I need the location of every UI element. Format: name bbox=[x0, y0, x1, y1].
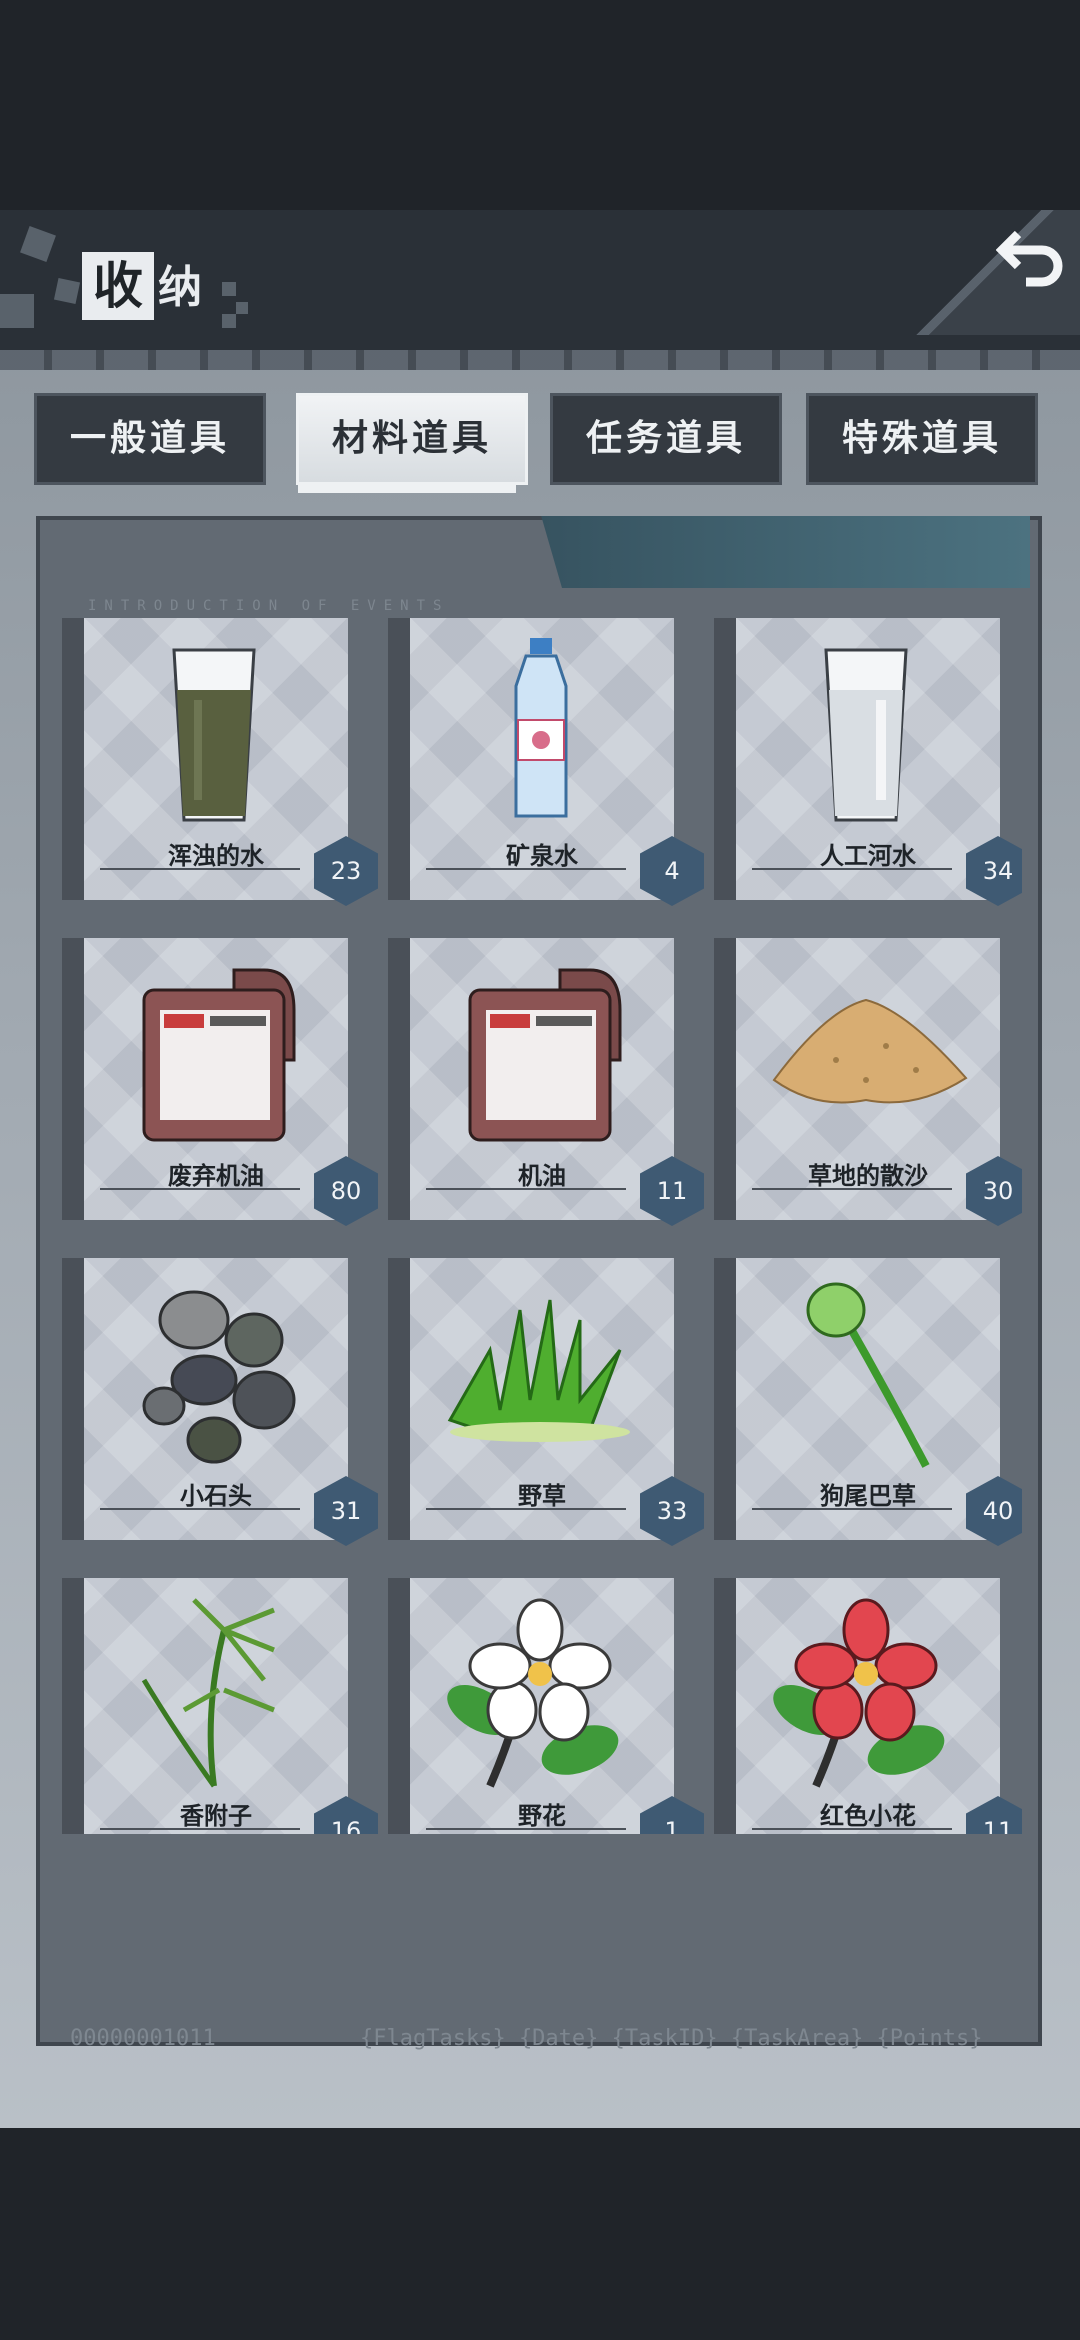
item-card[interactable]: 人工河水 34 bbox=[714, 618, 1022, 906]
footer-code: 00000001011 bbox=[70, 2026, 216, 2051]
water-bottle-icon bbox=[514, 638, 568, 818]
item-card[interactable]: 浑浊的水 23 bbox=[62, 618, 378, 906]
tab-special-items[interactable]: 特殊道具 bbox=[806, 393, 1038, 485]
item-name: 野草 bbox=[518, 1482, 566, 1510]
footer-placeholders: {FlagTasks} {Date} {TaskID} {TaskArea} {… bbox=[360, 2026, 983, 2051]
deco-square bbox=[0, 294, 34, 328]
item-card[interactable]: 废弃机油 80 bbox=[62, 938, 378, 1226]
murky-water-glass-icon bbox=[172, 648, 256, 822]
item-name: 小石头 bbox=[180, 1482, 252, 1510]
white-flower-icon bbox=[447, 1598, 619, 1788]
item-name: 香附子 bbox=[180, 1802, 252, 1830]
panel-caption: INTRODUCTION OF EVENTS bbox=[88, 598, 450, 614]
tab-general-items[interactable]: 一般道具 bbox=[34, 393, 266, 485]
sedge-plant-icon bbox=[141, 1598, 275, 1788]
sand-pile-icon bbox=[772, 998, 968, 1104]
deco-square bbox=[53, 277, 81, 305]
page-title-boxed: 收 bbox=[82, 252, 154, 320]
item-name: 人工河水 bbox=[820, 842, 916, 870]
item-name: 草地的散沙 bbox=[808, 1162, 928, 1190]
back-button[interactable] bbox=[995, 224, 1070, 290]
grass-tuft-icon bbox=[447, 1299, 630, 1442]
deco-square bbox=[222, 314, 236, 328]
letterbox-top bbox=[0, 0, 1080, 210]
item-name: 机油 bbox=[518, 1162, 566, 1190]
active-tab-underline bbox=[298, 485, 516, 493]
item-name: 浑浊的水 bbox=[168, 842, 264, 870]
oil-canister-icon bbox=[142, 968, 296, 1142]
foxtail-grass-icon bbox=[806, 1282, 930, 1468]
item-name: 废弃机油 bbox=[168, 1162, 264, 1190]
item-card[interactable]: 野草 33 bbox=[388, 1258, 704, 1546]
item-card[interactable]: 狗尾巴草 40 bbox=[714, 1258, 1022, 1546]
item-card[interactable]: 小石头 31 bbox=[62, 1258, 378, 1546]
panel-footer-text: 00000001011 {FlagTasks} {Date} {TaskID} … bbox=[70, 2026, 1000, 2051]
item-card[interactable]: 草地的散沙 30 bbox=[714, 938, 1022, 1226]
river-water-glass-icon bbox=[824, 648, 908, 822]
red-flower-icon bbox=[773, 1598, 945, 1788]
item-card[interactable]: 野花 1 bbox=[388, 1578, 704, 1834]
item-name: 红色小花 bbox=[820, 1802, 916, 1830]
item-card[interactable]: 红色小花 11 bbox=[714, 1578, 1022, 1834]
item-name: 矿泉水 bbox=[506, 842, 578, 870]
item-name: 野花 bbox=[518, 1802, 566, 1830]
pebbles-icon bbox=[142, 1290, 296, 1464]
page-title-tail: 纳 bbox=[158, 262, 202, 313]
storage-screen: 收 纳 一般道具 材料道具 任务道具 特殊道具 INTRODUCTION OF … bbox=[0, 210, 1080, 2128]
item-card[interactable]: 香附子 16 bbox=[62, 1578, 378, 1834]
deco-square bbox=[236, 302, 248, 314]
item-name: 狗尾巴草 bbox=[820, 1482, 916, 1510]
item-card[interactable]: 机油 11 bbox=[388, 938, 704, 1226]
undo-arrow-icon bbox=[995, 230, 1063, 287]
oil-canister-icon bbox=[468, 968, 622, 1142]
item-card[interactable]: 矿泉水 4 bbox=[388, 618, 704, 906]
tab-material-items[interactable]: 材料道具 bbox=[296, 393, 528, 485]
letterbox-bottom bbox=[0, 2128, 1080, 2340]
header-rail bbox=[0, 350, 1080, 370]
tab-quest-items[interactable]: 任务道具 bbox=[550, 393, 782, 485]
panel-banner bbox=[541, 516, 1030, 588]
deco-square bbox=[222, 282, 236, 296]
